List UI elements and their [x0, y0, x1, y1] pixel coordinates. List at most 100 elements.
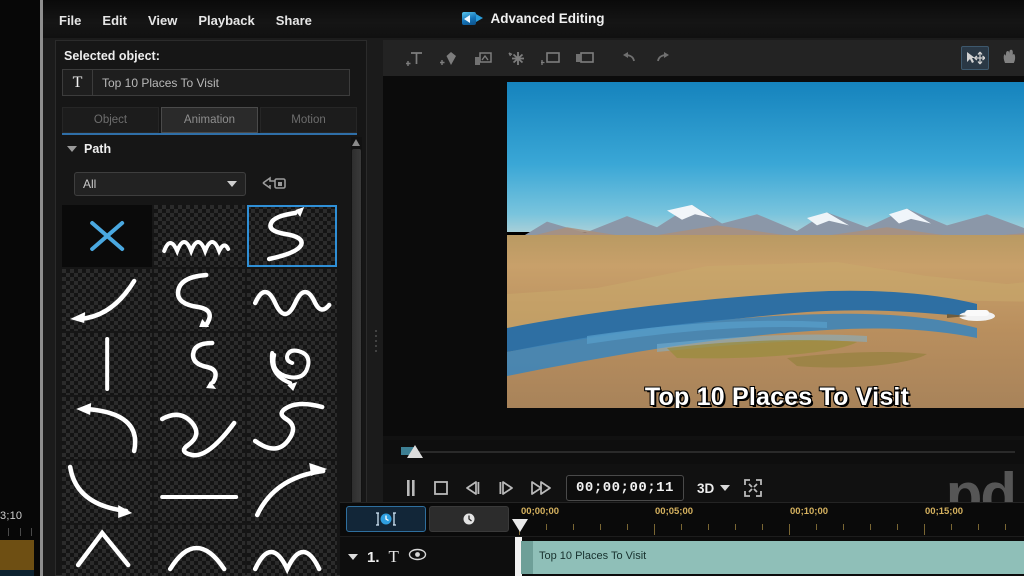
path-thumb-spiral[interactable] — [246, 333, 337, 395]
text-track-icon: T — [388, 547, 399, 566]
clip-left-handle[interactable] — [521, 541, 533, 574]
background-clip — [0, 540, 34, 570]
path-thumb-small-wave[interactable] — [154, 205, 245, 267]
text-object-icon: T — [63, 70, 93, 95]
tab-object[interactable]: Object — [62, 107, 159, 133]
path-thumb-hump[interactable] — [154, 525, 245, 576]
timeline: 00;00;00 00;05;00 00;10;00 00;15;00 1. T — [340, 502, 1024, 576]
path-filter-row: All — [74, 171, 346, 197]
timeline-view-button[interactable] — [346, 506, 426, 532]
hand-pan-tool-icon[interactable] — [995, 46, 1023, 70]
path-filter-dropdown[interactable]: All — [74, 172, 246, 196]
selected-object-label: Selected object: — [64, 49, 160, 63]
editing-area: Top 10 Places To Visit 00;00;00;11 3D pd — [383, 40, 1024, 576]
path-thumb-zigzag-curve[interactable] — [154, 397, 245, 459]
path-filter-value: All — [83, 177, 97, 191]
path-thumb-s-curve[interactable] — [154, 269, 245, 331]
clip-label: Top 10 Places To Visit — [539, 550, 647, 562]
previous-frame-button[interactable] — [463, 479, 483, 497]
redo-icon[interactable] — [649, 46, 677, 70]
add-shape-icon[interactable] — [435, 46, 463, 70]
chevron-down-icon — [227, 181, 237, 187]
path-thumb-small-s[interactable] — [154, 333, 245, 395]
preview-stage: Top 10 Places To Visit — [383, 76, 1024, 436]
edit-toolbar — [383, 40, 1024, 77]
preview-scrubber[interactable] — [383, 440, 1024, 464]
view-mode-label: 3D — [697, 480, 715, 496]
advanced-editing-window: File Edit View Playback Share Advanced E… — [40, 0, 1024, 576]
video-camera-icon — [462, 11, 483, 26]
tab-motion[interactable]: Motion — [260, 107, 357, 133]
path-thumb-no-path[interactable] — [62, 205, 153, 267]
stop-button[interactable] — [432, 479, 450, 497]
path-thumb-straight-line[interactable] — [154, 461, 245, 523]
track-header: 1. T — [340, 536, 515, 576]
path-thumb-wide-wave[interactable] — [246, 269, 337, 331]
playhead[interactable] — [512, 519, 528, 532]
eye-icon[interactable] — [408, 548, 427, 566]
add-callout-icon[interactable] — [571, 46, 599, 70]
path-thumb-arc-left[interactable] — [62, 269, 153, 331]
edit-toolbar-right-group — [961, 46, 1023, 70]
timeline-ruler[interactable]: 00;00;00 00;05;00 00;10;00 00;15;00 — [512, 503, 1024, 536]
storyboard-view-button[interactable] — [429, 506, 509, 532]
scroll-up-arrow-icon[interactable] — [352, 139, 360, 146]
app-title: Advanced Editing — [490, 11, 605, 26]
pause-button[interactable] — [403, 479, 419, 497]
ruler-label-0: 00;00;00 — [521, 506, 560, 517]
ruler-label-1: 00;05;00 — [655, 506, 694, 517]
path-thumb-arc-down[interactable] — [62, 461, 153, 523]
background-ruler-ticks — [0, 528, 34, 538]
timeline-clip[interactable]: Top 10 Places To Visit — [521, 541, 1024, 574]
path-thumb-double-hump[interactable] — [246, 525, 337, 576]
chevron-down-icon — [67, 146, 77, 152]
fullscreen-icon[interactable] — [743, 478, 763, 498]
video-preview[interactable]: Top 10 Places To Visit — [507, 82, 1024, 408]
path-thumb-arc-up-right[interactable] — [246, 461, 337, 523]
path-thumb-loop-right[interactable] — [246, 397, 337, 459]
chevron-down-icon — [720, 485, 731, 491]
add-text-icon[interactable] — [401, 46, 429, 70]
edit-toolbar-left-group — [383, 46, 677, 70]
undo-icon[interactable] — [615, 46, 643, 70]
scrubber-track — [411, 451, 1015, 453]
panel-splitter-handle[interactable] — [373, 330, 379, 356]
timecode-display[interactable]: 00;00;00;11 — [566, 475, 684, 501]
chevron-down-icon[interactable] — [348, 554, 358, 560]
ruler-label-3: 00;15;00 — [925, 506, 964, 517]
background-editor-strip: 3;10 — [0, 0, 40, 576]
preview-caption-text: Top 10 Places To Visit — [644, 383, 910, 408]
selected-object-field[interactable]: T Top 10 Places To Visit — [62, 69, 350, 96]
app-title-group: Advanced Editing — [43, 11, 1024, 26]
selected-object-name: Top 10 Places To Visit — [102, 75, 219, 90]
view-mode-dropdown[interactable]: 3D — [697, 480, 731, 496]
property-tabs: Object Animation Motion — [62, 107, 357, 133]
background-timecode: 3;10 — [0, 510, 23, 522]
add-image-icon[interactable] — [469, 46, 497, 70]
select-move-tool-icon[interactable] — [961, 46, 989, 70]
path-section-header[interactable]: Path — [62, 137, 357, 161]
track-lane[interactable]: Top 10 Places To Visit — [515, 536, 1024, 576]
download-path-icon[interactable] — [260, 174, 288, 194]
path-thumb-arc-up-left[interactable] — [62, 397, 153, 459]
tab-animation[interactable]: Animation — [161, 107, 258, 133]
active-tab-underline — [62, 133, 357, 135]
path-thumb-peak[interactable] — [62, 525, 153, 576]
path-thumb-vertical-line[interactable] — [62, 333, 153, 395]
timeline-mode-buttons — [340, 506, 515, 532]
ruler-label-2: 00;10;00 — [790, 506, 829, 517]
properties-panel: Selected object: T Top 10 Places To Visi… — [55, 40, 367, 576]
path-thumbnail-grid — [62, 205, 337, 576]
path-thumb-snake-up[interactable] — [246, 205, 337, 267]
title-bar: File Edit View Playback Share Advanced E… — [43, 0, 1024, 38]
scrollbar-thumb[interactable] — [352, 149, 361, 553]
track-number: 1. — [367, 548, 380, 566]
scrubber-handle[interactable] — [407, 445, 423, 458]
path-thumbnail-scroll[interactable] — [62, 205, 337, 576]
add-particle-icon[interactable] — [503, 46, 531, 70]
preview-river — [507, 261, 1024, 376]
play-button[interactable] — [496, 479, 516, 497]
fast-forward-button[interactable] — [529, 479, 553, 497]
add-frame-icon[interactable] — [537, 46, 565, 70]
path-section-title: Path — [84, 142, 112, 156]
